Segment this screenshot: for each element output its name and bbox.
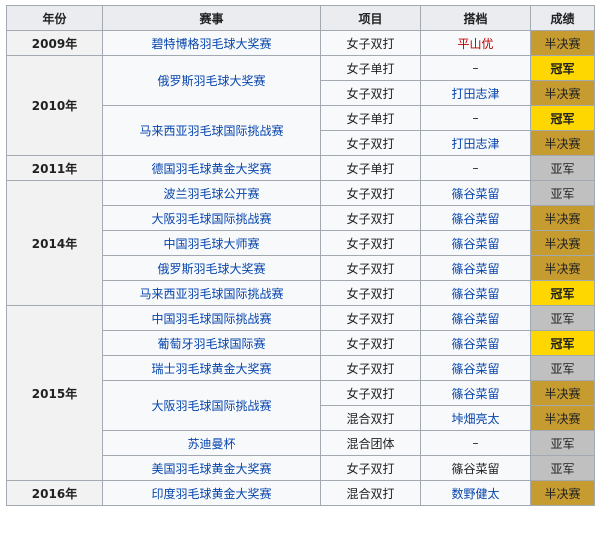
- partner-link[interactable]: 篠谷菜留: [420, 230, 531, 256]
- partner-link[interactable]: 垰畑亮太: [420, 405, 531, 431]
- partner-cell: –: [420, 430, 531, 456]
- type-cell: 女子单打: [320, 155, 421, 181]
- partner-link[interactable]: 篠谷菜留: [420, 205, 531, 231]
- result-cell: 冠军: [530, 330, 595, 356]
- partner-link[interactable]: 篠谷菜留: [420, 180, 531, 206]
- partner-link[interactable]: 数野健太: [420, 480, 531, 506]
- type-cell: 女子双打: [320, 80, 421, 106]
- result-cell: 冠军: [530, 280, 595, 306]
- type-cell: 女子双打: [320, 280, 421, 306]
- event-link[interactable]: 瑞士羽毛球黄金大奖赛: [102, 355, 321, 381]
- result-cell: 半决赛: [530, 380, 595, 406]
- partner-cell: –: [420, 105, 531, 131]
- event-link[interactable]: 苏迪曼杯: [102, 430, 321, 456]
- type-cell: 女子单打: [320, 105, 421, 131]
- table-row: 2009年 碧特博格羽毛球大奖赛 女子双打 平山优 半决赛: [6, 30, 595, 56]
- type-cell: 女子双打: [320, 305, 421, 331]
- result-cell: 亚军: [530, 355, 595, 381]
- partner-link[interactable]: 打田志津: [420, 130, 531, 156]
- event-link[interactable]: 马来西亚羽毛球国际挑战赛: [102, 105, 321, 156]
- partner-cell: –: [420, 55, 531, 81]
- header-year: 年份: [6, 5, 103, 31]
- result-cell: 亚军: [530, 180, 595, 206]
- event-link[interactable]: 葡萄牙羽毛球国际赛: [102, 330, 321, 356]
- result-cell: 亚军: [530, 455, 595, 481]
- event-link[interactable]: 大阪羽毛球国际挑战赛: [102, 205, 321, 231]
- event-link[interactable]: 大阪羽毛球国际挑战赛: [102, 380, 321, 431]
- type-cell: 女子双打: [320, 30, 421, 56]
- partner-cell: –: [420, 155, 531, 181]
- type-cell: 女子双打: [320, 355, 421, 381]
- table-row: 2010年 俄罗斯羽毛球大奖赛 女子单打 – 冠军: [6, 55, 595, 156]
- event-link[interactable]: 俄罗斯羽毛球大奖赛: [102, 55, 321, 106]
- result-cell: 半决赛: [530, 255, 595, 281]
- result-cell: 亚军: [530, 155, 595, 181]
- header-partner: 搭档: [420, 5, 531, 31]
- year-cell: 2010年: [6, 55, 103, 156]
- type-cell: 女子双打: [320, 455, 421, 481]
- type-cell: 女子双打: [320, 180, 421, 206]
- table-header-row: 年份 赛事 项目 搭档 成绩: [6, 5, 595, 31]
- event-link[interactable]: 波兰羽毛球公开赛: [102, 180, 321, 206]
- type-cell: 女子单打: [320, 55, 421, 81]
- partner-link[interactable]: 平山优: [420, 30, 531, 56]
- result-cell: 半决赛: [530, 205, 595, 231]
- year-cell: 2014年: [6, 180, 103, 306]
- event-link[interactable]: 中国羽毛球大师赛: [102, 230, 321, 256]
- result-cell: 亚军: [530, 430, 595, 456]
- result-cell: 半决赛: [530, 405, 595, 431]
- partner-link[interactable]: 篠谷菜留: [420, 330, 531, 356]
- header-result: 成绩: [530, 5, 595, 31]
- partner-link[interactable]: 篠谷菜留: [420, 305, 531, 331]
- partner-link[interactable]: 篠谷菜留: [420, 380, 531, 406]
- partner-link[interactable]: 篠谷菜留: [420, 255, 531, 281]
- type-cell: 女子双打: [320, 130, 421, 156]
- partner-link[interactable]: 篠谷菜留: [420, 280, 531, 306]
- header-type: 项目: [320, 5, 421, 31]
- results-table: 年份 赛事 项目 搭档 成绩 2009年 碧特博格羽毛球大奖赛 女子双打 平山优…: [6, 5, 595, 506]
- event-link[interactable]: 中国羽毛球国际挑战赛: [102, 305, 321, 331]
- result-cell: 冠军: [530, 105, 595, 131]
- event-link[interactable]: 印度羽毛球黄金大奖赛: [102, 480, 321, 506]
- event-link[interactable]: 德国羽毛球黄金大奖赛: [102, 155, 321, 181]
- event-link[interactable]: 俄罗斯羽毛球大奖赛: [102, 255, 321, 281]
- partner-link[interactable]: 篠谷菜留: [420, 355, 531, 381]
- type-cell: 女子双打: [320, 205, 421, 231]
- result-cell: 半决赛: [530, 230, 595, 256]
- type-cell: 女子双打: [320, 330, 421, 356]
- type-cell: 混合双打: [320, 480, 421, 506]
- partner-link[interactable]: 打田志津: [420, 80, 531, 106]
- table-row: 2014年 波兰羽毛球公开赛 女子双打 篠谷菜留 亚军: [6, 180, 595, 306]
- type-cell: 混合团体: [320, 430, 421, 456]
- type-cell: 女子双打: [320, 255, 421, 281]
- year-cell: 2011年: [6, 155, 103, 181]
- year-cell: 2009年: [6, 30, 103, 56]
- event-link[interactable]: 碧特博格羽毛球大奖赛: [102, 30, 321, 56]
- table-row: 2011年 德国羽毛球黄金大奖赛 女子单打 – 亚军: [6, 155, 595, 181]
- result-cell: 半决赛: [530, 130, 595, 156]
- table-row: 2016年 印度羽毛球黄金大奖赛 混合双打 数野健太 半决赛: [6, 480, 595, 506]
- year-cell: 2015年: [6, 305, 103, 481]
- event-link[interactable]: 美国羽毛球黄金大奖赛: [102, 455, 321, 481]
- table-row: 2015年 中国羽毛球国际挑战赛 女子双打 篠谷菜留 亚军: [6, 305, 595, 481]
- type-cell: 混合双打: [320, 405, 421, 431]
- result-cell: 半决赛: [530, 30, 595, 56]
- result-cell: 冠军: [530, 55, 595, 81]
- year-cell: 2016年: [6, 480, 103, 506]
- type-cell: 女子双打: [320, 380, 421, 406]
- result-cell: 半决赛: [530, 480, 595, 506]
- partner-cell: 篠谷菜留: [420, 455, 531, 481]
- event-link[interactable]: 马来西亚羽毛球国际挑战赛: [102, 280, 321, 306]
- result-cell: 亚军: [530, 305, 595, 331]
- header-event: 赛事: [102, 5, 321, 31]
- result-cell: 半决赛: [530, 80, 595, 106]
- type-cell: 女子双打: [320, 230, 421, 256]
